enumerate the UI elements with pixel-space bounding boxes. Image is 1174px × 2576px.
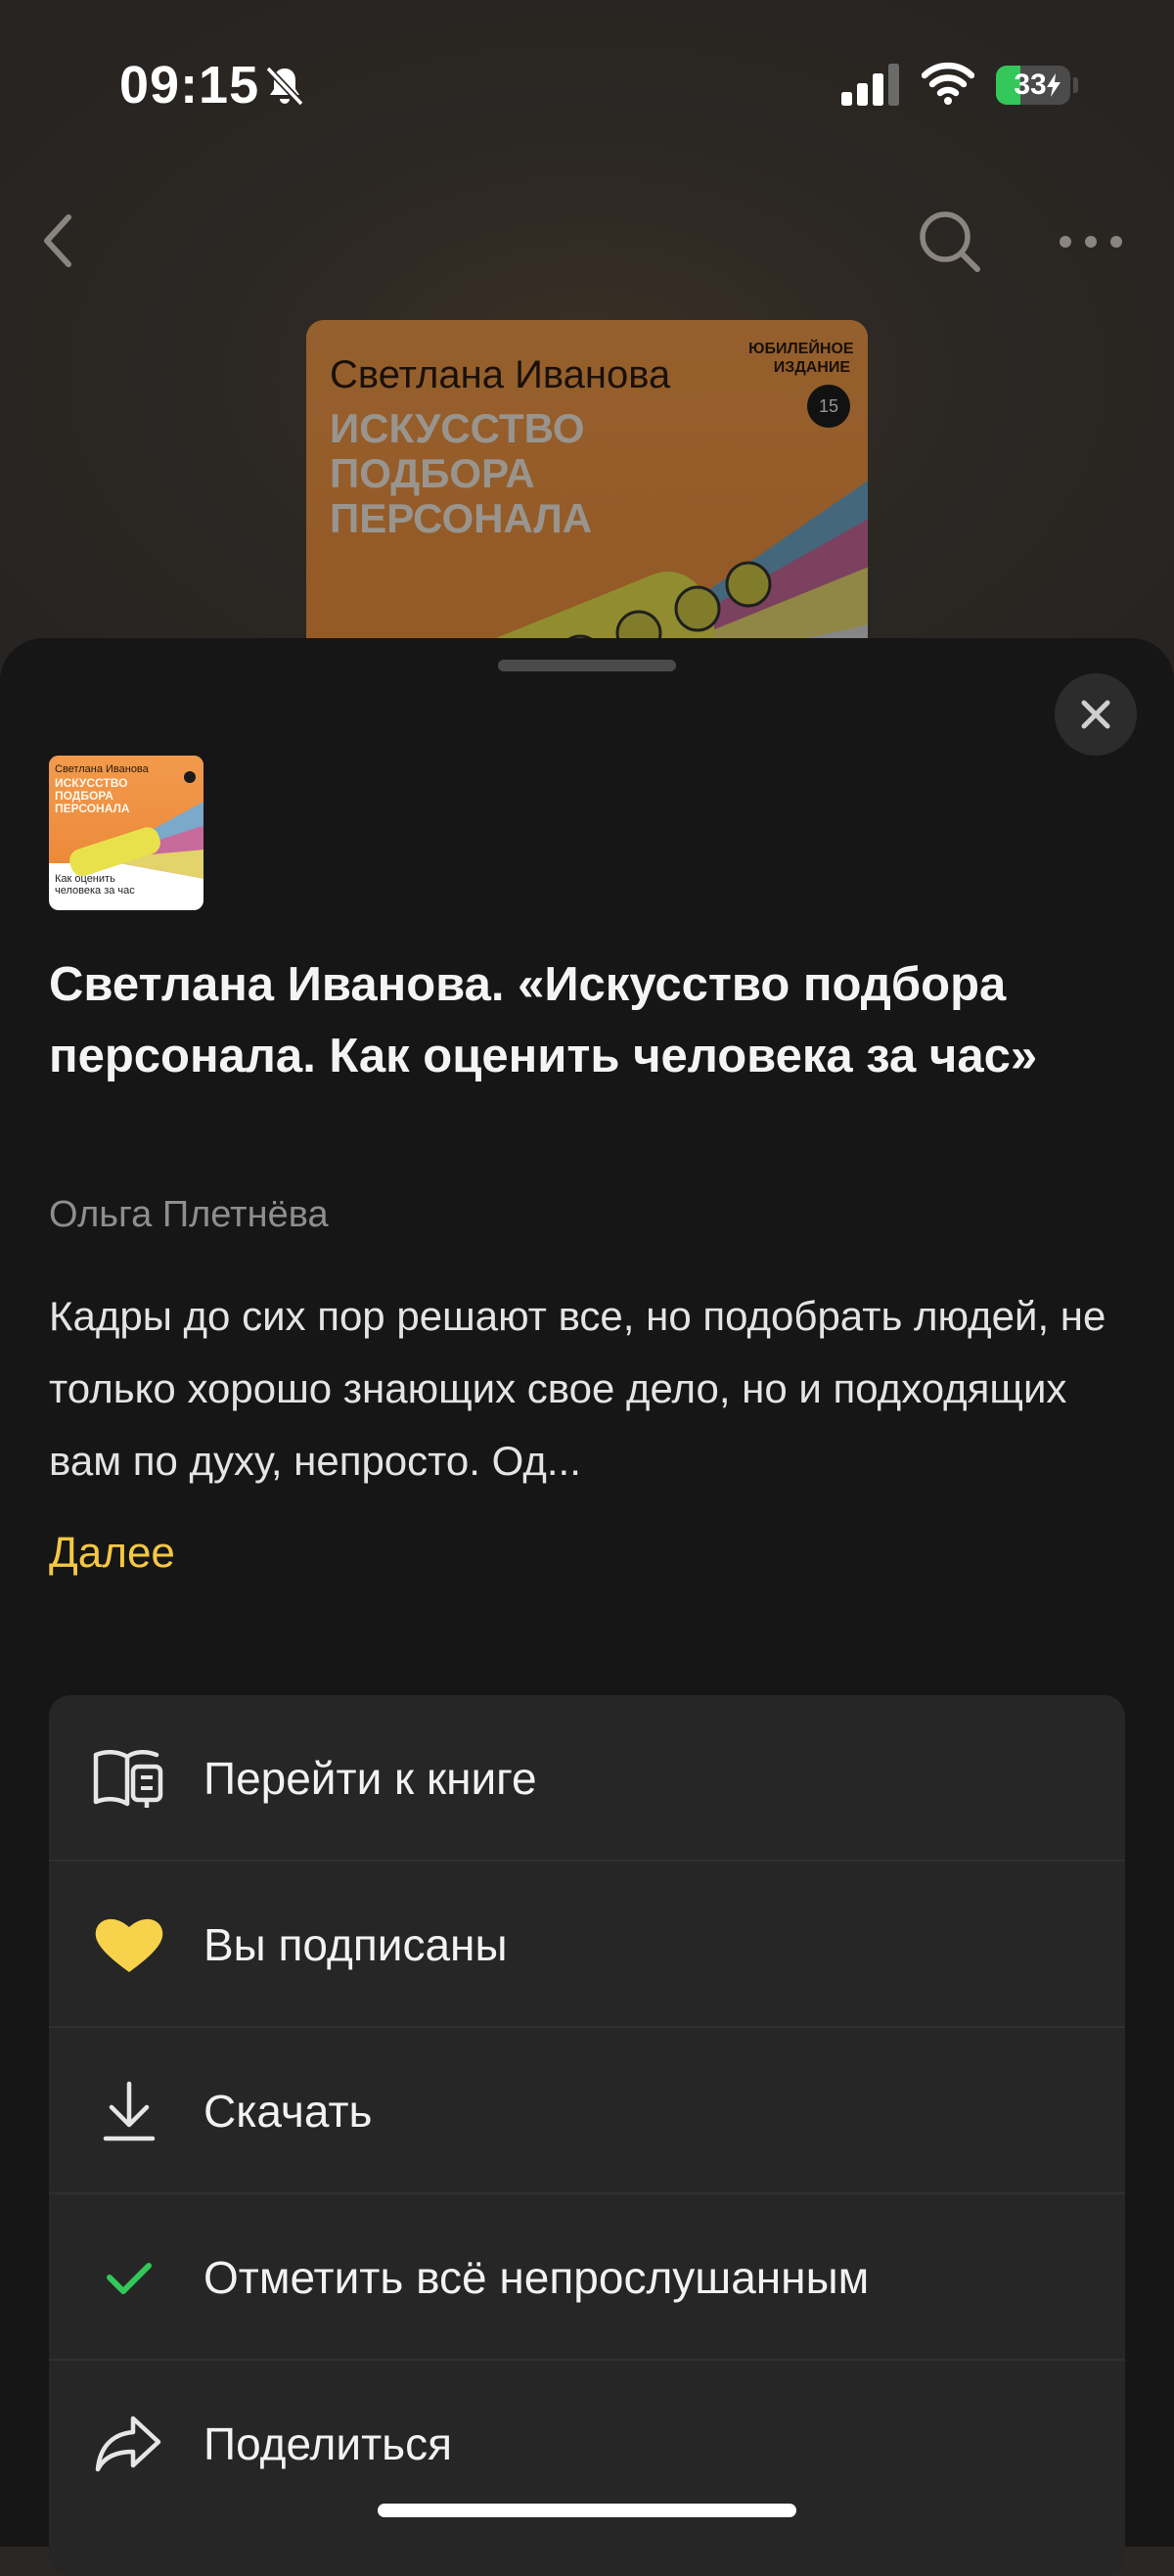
menu-item-subscribed[interactable]: Вы подписаны <box>49 1862 1125 2028</box>
battery-nub <box>1073 77 1078 93</box>
menu-item-mark-unplayed[interactable]: Отметить всё непрослушанным <box>49 2194 1125 2361</box>
book-icon <box>93 1750 163 1808</box>
wifi-icon <box>922 62 974 105</box>
battery-icon: 33 <box>996 66 1070 105</box>
menu-item-label: Перейти к книге <box>203 1753 537 1804</box>
search-icon[interactable] <box>916 207 984 276</box>
thumbnail-illustration <box>69 802 203 879</box>
sheet-grabber[interactable] <box>498 660 676 671</box>
home-indicator[interactable] <box>378 2504 796 2517</box>
status-time: 09:15 <box>119 56 260 115</box>
menu-item-download[interactable]: Скачать <box>49 2028 1125 2194</box>
heart-icon <box>95 1918 163 1972</box>
menu-item-label: Вы подписаны <box>203 1919 508 1970</box>
menu-item-label: Поделиться <box>203 2418 453 2469</box>
thumbnail-badge <box>184 771 196 783</box>
status-bar: 09:15 33 <box>0 0 1174 166</box>
bottom-sheet: Светлана Иванова ИСКУССТВО ПОДБОРА ПЕРСО… <box>0 638 1174 2576</box>
close-icon <box>1081 700 1110 729</box>
share-icon <box>95 2415 161 2472</box>
menu-item-share[interactable]: Поделиться <box>49 2361 1125 2527</box>
episode-title: Светлана Иванова. «Искусство подбора пер… <box>49 958 1038 1082</box>
episode-thumbnail: Светлана Иванова ИСКУССТВО ПОДБОРА ПЕРСО… <box>49 756 203 910</box>
actions-menu: Перейти к книге Вы подписаны Скачать Отм… <box>49 1695 1125 2576</box>
chevron-left-icon[interactable] <box>35 209 84 272</box>
menu-item-go-to-book[interactable]: Перейти к книге <box>49 1695 1125 1862</box>
more-icon[interactable] <box>1057 227 1125 256</box>
bell-slash-icon <box>265 66 304 107</box>
thumbnail-author: Светлана Иванова <box>55 763 149 775</box>
read-more-link[interactable]: Далее <box>49 1529 175 1578</box>
menu-item-label: Скачать <box>203 2086 373 2137</box>
thumbnail-subtitle: Как оценить человека за час <box>55 873 135 897</box>
checkmark-icon <box>107 2263 152 2294</box>
episode-author[interactable]: Ольга Плетнёва <box>49 1194 329 1236</box>
download-icon <box>103 2081 156 2141</box>
signal-icon <box>841 64 899 106</box>
menu-item-label: Отметить всё непрослушанным <box>203 2252 870 2303</box>
close-button[interactable] <box>1055 673 1137 756</box>
charging-bolt-icon <box>1047 73 1061 97</box>
episode-description: Кадры до сих пор решают все, но подобрат… <box>49 1293 1106 1484</box>
